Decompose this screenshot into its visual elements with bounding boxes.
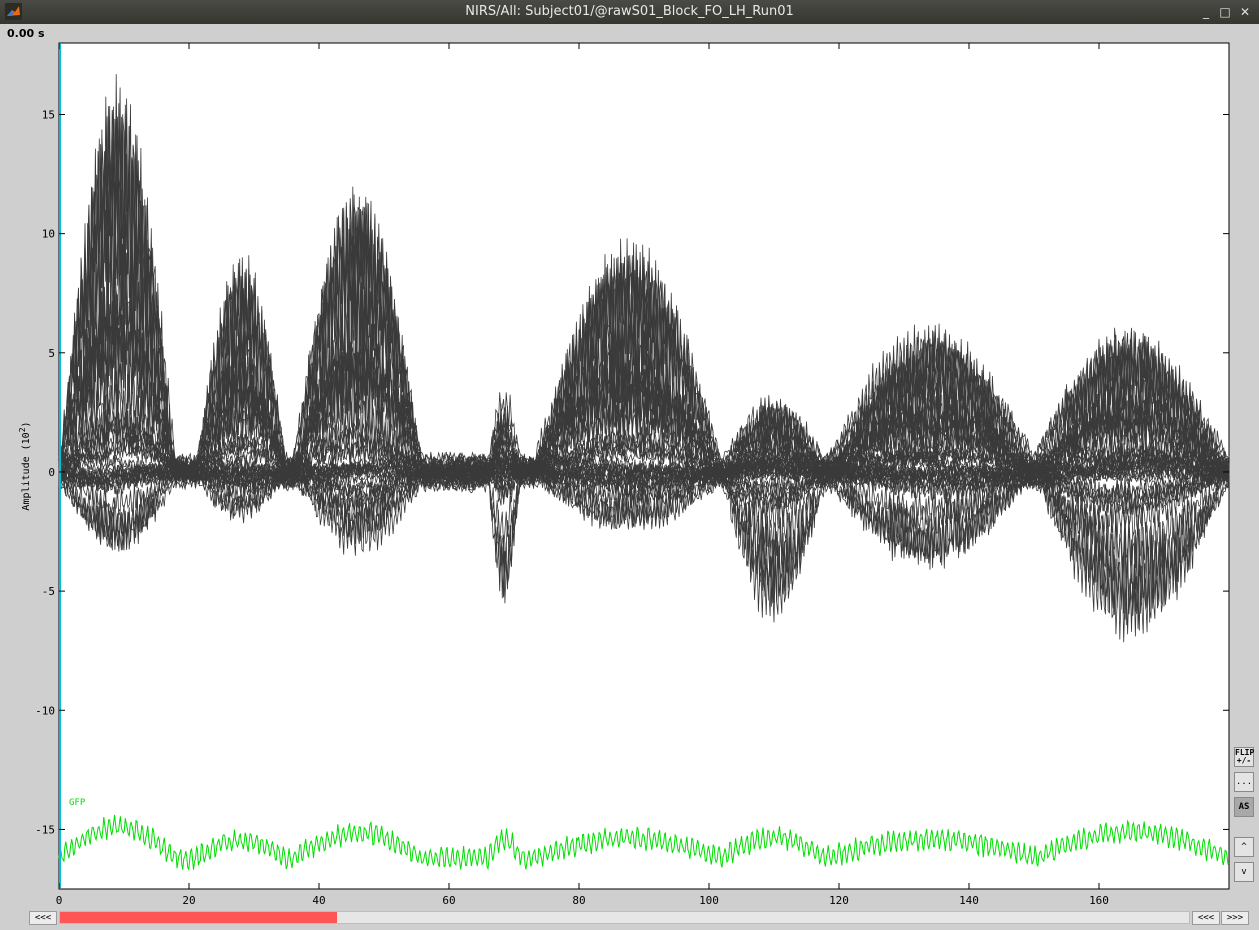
y-tick-label: -5: [42, 585, 55, 598]
x-tick-label: 20: [182, 894, 195, 907]
previous-page-button-right[interactable]: <<<: [1192, 911, 1220, 925]
next-page-button[interactable]: >>>: [1221, 911, 1249, 925]
y-tick-label: 0: [48, 466, 55, 479]
x-tick-label: 40: [312, 894, 325, 907]
nirs-time-series-chart[interactable]: 0 20 40 60 80 100 120 140 160 15 10 5 0 -5 -10 -15 Amp…: [0, 0, 1259, 930]
scale-up-button[interactable]: ^: [1234, 837, 1254, 857]
scale-down-button[interactable]: v: [1234, 862, 1254, 882]
page-scrollbar[interactable]: [59, 911, 1190, 924]
y-tick-label: 10: [42, 228, 55, 241]
gfp-label: GFP: [69, 798, 86, 808]
previous-page-button[interactable]: <<<: [29, 911, 57, 925]
x-tick-label: 60: [442, 894, 455, 907]
x-tick-label: 0: [56, 894, 63, 907]
x-tick-label: 120: [829, 894, 849, 907]
x-tick-label: 100: [699, 894, 719, 907]
x-tick-label: 160: [1089, 894, 1109, 907]
flip-label: FLIP +/-: [1235, 748, 1255, 765]
y-axis-label: Amplitude (102): [18, 421, 32, 510]
more-options-button[interactable]: ...: [1234, 772, 1254, 792]
y-tick-label: -15: [35, 823, 55, 836]
autoscale-button[interactable]: AS: [1234, 797, 1254, 817]
x-tick-label: 80: [572, 894, 585, 907]
y-tick-label: 5: [48, 347, 55, 360]
y-tick-label: 15: [42, 108, 55, 121]
y-tick-label: -10: [35, 704, 55, 717]
flip-polarity-button[interactable]: FLIP +/-: [1234, 747, 1254, 767]
x-tick-label: 140: [959, 894, 979, 907]
page-progress-fill[interactable]: [60, 912, 337, 923]
